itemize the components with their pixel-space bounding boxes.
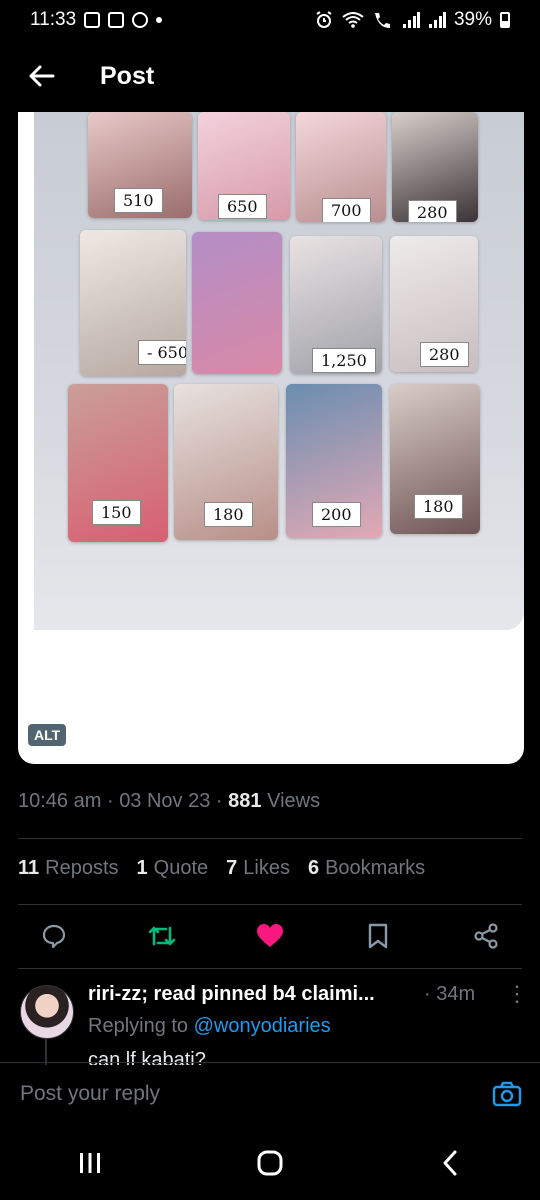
share-icon <box>474 923 498 949</box>
battery-percent: 39% <box>453 9 492 30</box>
back-chevron-icon <box>443 1150 457 1176</box>
photocard: - 650 ea - <box>80 230 186 376</box>
divider <box>18 968 522 969</box>
recents-button[interactable] <box>60 1138 120 1188</box>
signal-icon-2 <box>428 12 446 28</box>
price-label: 510 <box>114 188 163 213</box>
home-icon <box>257 1150 283 1176</box>
camera-icon[interactable] <box>492 1081 522 1109</box>
meta-separator: · <box>106 790 114 812</box>
more-options-icon[interactable]: ⋮ <box>506 981 528 1007</box>
battery-icon <box>500 12 510 28</box>
likes-stat[interactable]: 7 Likes <box>226 857 290 880</box>
reply-input[interactable] <box>18 1081 462 1107</box>
replying-to: Replying to @wonyodiaries <box>88 1015 331 1038</box>
back-button[interactable] <box>420 1138 480 1188</box>
price-label: 280 <box>420 342 469 367</box>
more-notifications-icon <box>156 17 163 23</box>
price-label: 1,250 <box>312 348 376 373</box>
app-notification-icon <box>108 12 125 28</box>
post-time: 10:46 am <box>18 790 102 812</box>
reply-icon <box>42 924 66 949</box>
reply-item[interactable]: riri-zz; read pinned b4 claimi... · 34m … <box>0 975 540 1065</box>
photocard: 510 <box>88 112 192 218</box>
repost-icon <box>148 926 176 946</box>
bookmark-icon <box>368 923 388 949</box>
signal-icon-1 <box>402 12 420 28</box>
post-date: 03 Nov 23 <box>119 790 211 812</box>
mention-link[interactable]: @wonyodiaries <box>194 1015 331 1037</box>
photocard: 650 <box>198 112 290 220</box>
price-label: - 650 ea - <box>138 340 186 365</box>
price-label: 180 <box>204 502 253 527</box>
photo: 510 650 700 280 - 650 ea - 1,250 280 150… <box>34 112 524 630</box>
messenger-icon <box>132 12 149 28</box>
share-button[interactable] <box>464 914 508 958</box>
action-bar <box>0 910 540 962</box>
photocard: 200 <box>286 384 382 538</box>
like-button[interactable] <box>248 914 292 958</box>
photocard: 180 <box>174 384 278 540</box>
price-label: 650 <box>218 194 267 219</box>
price-label: 200 <box>312 502 361 527</box>
photocard: 1,250 <box>290 236 382 374</box>
alarm-icon <box>316 11 332 28</box>
heart-icon <box>257 924 283 947</box>
reply-button[interactable] <box>32 914 76 958</box>
photocard: 280 <box>392 112 478 222</box>
photocard: 700 <box>296 112 386 222</box>
gallery-icon <box>84 12 101 28</box>
price-label: 280 <box>408 200 457 222</box>
post-media[interactable]: 510 650 700 280 - 650 ea - 1,250 280 150… <box>18 112 524 764</box>
replying-to-label: Replying to <box>88 1015 189 1037</box>
alt-text-badge[interactable]: ALT <box>28 724 67 746</box>
system-nav-bar <box>0 1126 540 1200</box>
repost-button[interactable] <box>140 914 184 958</box>
wifi-calling-icon <box>374 13 390 28</box>
wifi-icon <box>342 12 364 28</box>
recents-icon <box>80 1153 100 1173</box>
photocard: 180 <box>390 384 480 534</box>
page-title: Post <box>100 61 155 90</box>
price-label: 700 <box>322 198 371 222</box>
bookmark-button[interactable] <box>356 914 400 958</box>
photocard: 150 <box>68 384 168 542</box>
photocard: 280 <box>390 236 478 372</box>
top-app-bar: Post <box>0 40 540 112</box>
reposts-stat[interactable]: 11 Reposts <box>18 857 119 880</box>
meta-separator: · <box>215 790 223 812</box>
clock: 11:33 <box>30 9 77 30</box>
divider <box>18 904 522 905</box>
reply-author-name[interactable]: riri-zz; read pinned b4 claimi... <box>88 983 375 1006</box>
views-label: Views <box>267 790 321 812</box>
back-arrow-icon[interactable] <box>22 56 62 96</box>
photocard <box>192 232 282 374</box>
status-bar: 11:33 39% <box>0 0 540 40</box>
avatar[interactable] <box>20 985 74 1039</box>
home-button[interactable] <box>240 1138 300 1188</box>
price-label: 180 <box>414 494 463 519</box>
divider <box>18 838 522 839</box>
post-meta: 10:46 am · 03 Nov 23 · 881 Views <box>18 790 320 813</box>
reply-timestamp: · 34m <box>424 983 476 1005</box>
bookmarks-stat[interactable]: 6 Bookmarks <box>308 857 425 880</box>
views-count: 881 <box>228 790 262 812</box>
reply-composer <box>0 1062 540 1124</box>
quotes-stat[interactable]: 1 Quote <box>137 857 209 880</box>
engagement-stats: 11 Reposts 1 Quote 7 Likes 6 Bookmarks <box>18 857 425 880</box>
price-label: 150 <box>92 500 141 525</box>
